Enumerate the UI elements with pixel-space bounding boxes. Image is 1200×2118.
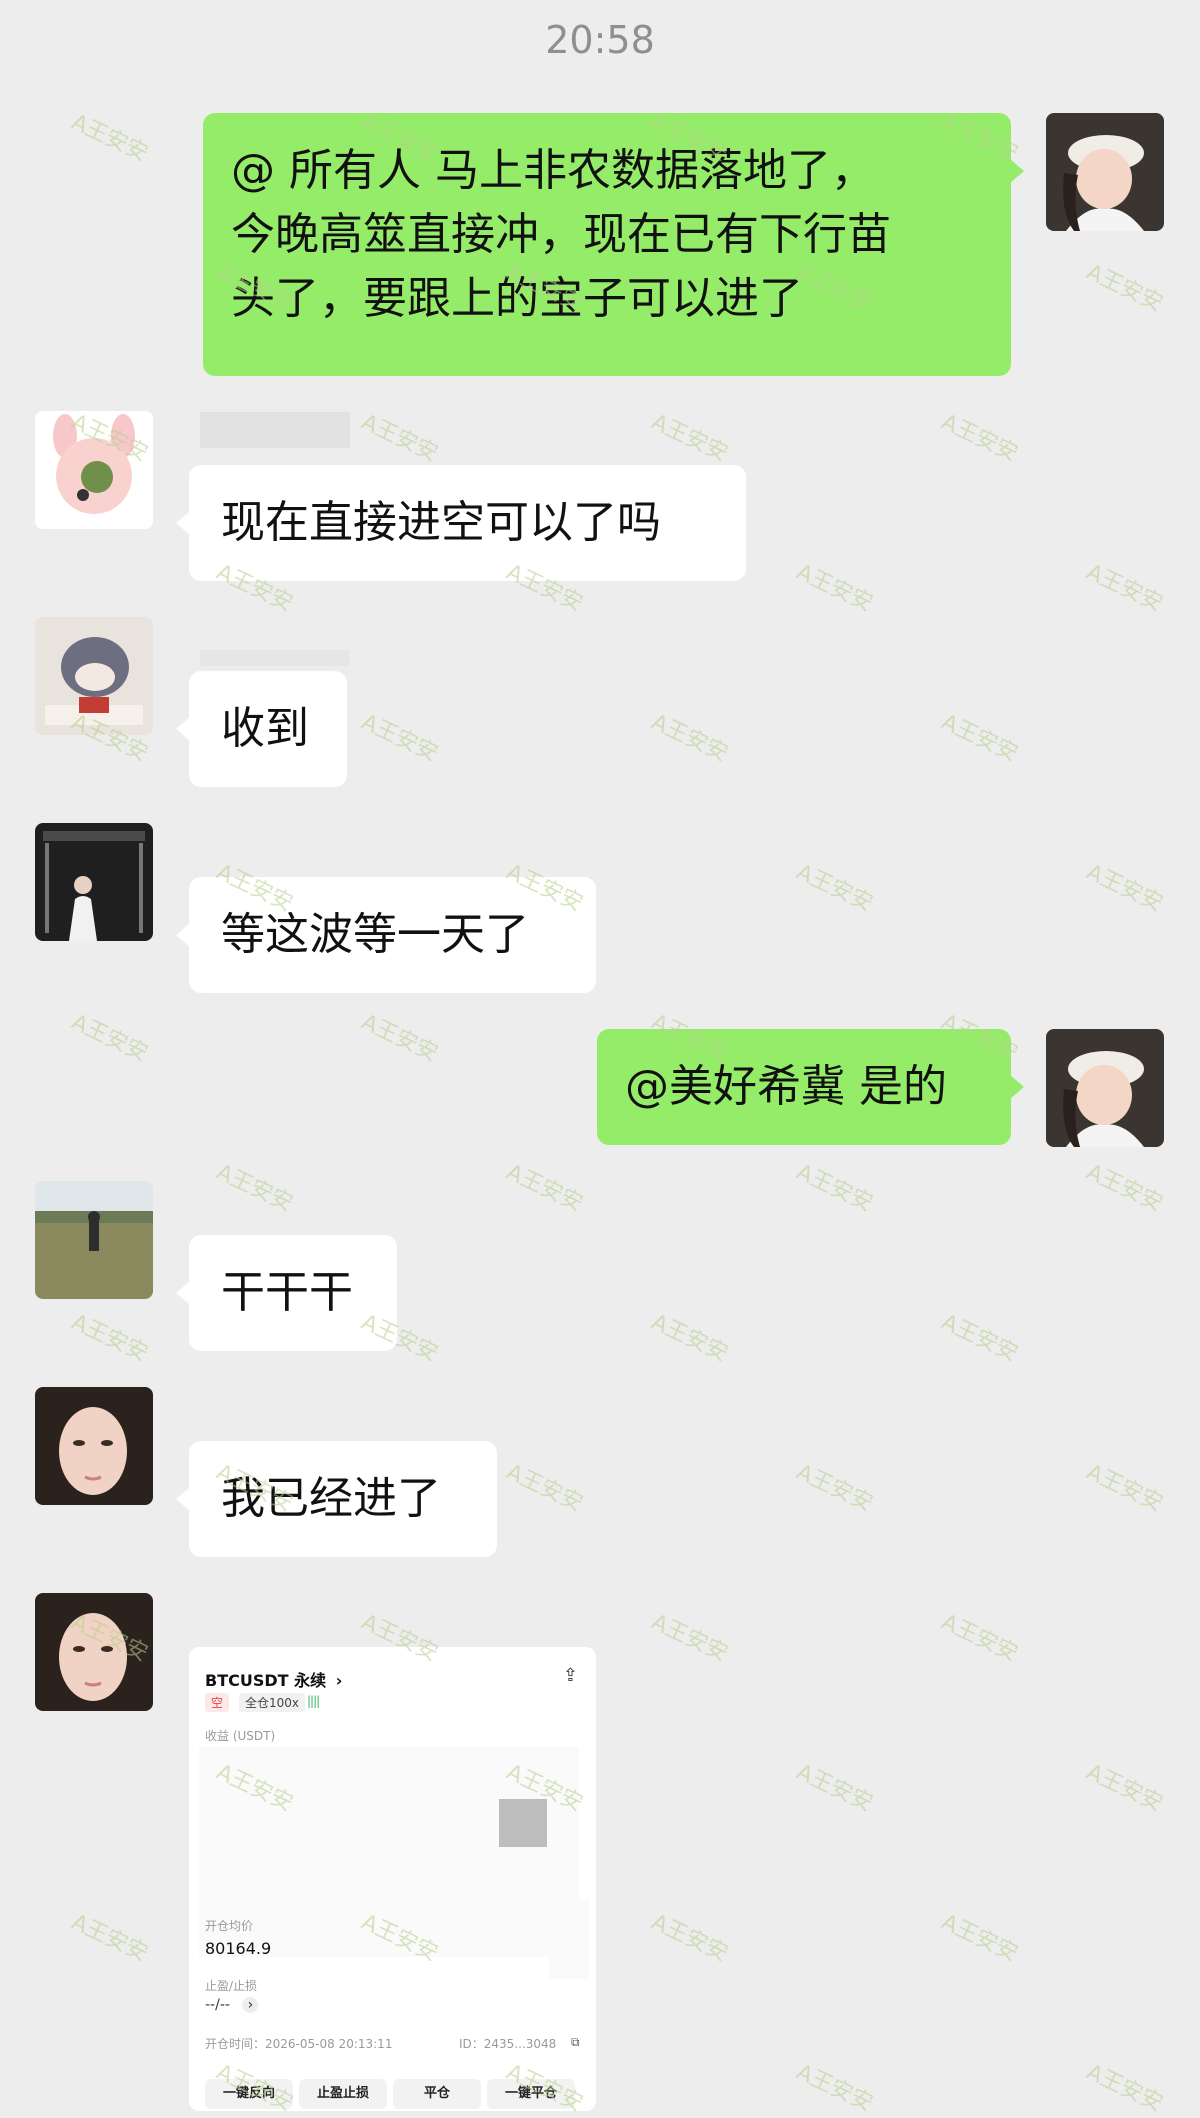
watermark-text: A王安安 xyxy=(67,1309,152,1367)
avatar-self-image xyxy=(1046,1029,1164,1147)
pnl-redacted xyxy=(199,1747,579,1957)
chevron-right-icon[interactable]: › xyxy=(242,1997,259,2013)
tpsl-label: 止盈/止损 xyxy=(205,1979,258,1993)
watermark-text: A王安安 xyxy=(792,1759,877,1817)
redacted-block xyxy=(499,1799,547,1847)
leverage-tag: 全仓100x xyxy=(239,1693,306,1712)
watermark-text: A王安安 xyxy=(1082,259,1167,317)
watermark-text: A王安安 xyxy=(1082,2059,1167,2117)
watermark-text: A王安安 xyxy=(792,559,877,617)
redacted-area xyxy=(549,1899,589,1979)
watermark-text: A王安安 xyxy=(1082,1459,1167,1517)
close-all-button[interactable]: 一键平仓 xyxy=(487,2079,575,2109)
message-bubble-in[interactable]: 我已经进了 xyxy=(176,1441,497,1557)
watermark-text: A王安安 xyxy=(937,1909,1022,1967)
watermark-text: A王安安 xyxy=(937,1609,1022,1667)
watermark-text: A王安安 xyxy=(792,1459,877,1517)
avatar-woman[interactable] xyxy=(35,1593,153,1711)
share-icon[interactable]: ⇪ xyxy=(563,1665,578,1686)
watermark-text: A王安安 xyxy=(212,1159,297,1217)
avatar-cat[interactable] xyxy=(35,617,153,735)
watermark-text: A王安安 xyxy=(67,109,152,167)
entry-price-label: 开仓均价 xyxy=(205,1919,254,1933)
message-bubble-out[interactable]: @ 所有人 马上非农数据落地了， 今晚高筮直接冲，现在已有下行苗 头了，要跟上的… xyxy=(203,113,1024,376)
reverse-button[interactable]: 一键反向 xyxy=(205,2079,293,2109)
elevator-selfie-image xyxy=(35,823,153,941)
chevron-right-icon: › xyxy=(335,1671,343,1690)
rabbit-avatar-image xyxy=(35,411,153,529)
watermark-text: A王安安 xyxy=(357,709,442,767)
avatar-woman[interactable] xyxy=(35,1387,153,1505)
shared-position-card[interactable]: BTCUSDT 永续 › ⇪ 空 全仓100x |||| 收益 (USDT) 开… xyxy=(189,1647,596,2111)
watermark-text: A王安安 xyxy=(1082,559,1167,617)
sender-name-blurred xyxy=(200,412,350,448)
message-bubble-out[interactable]: @美好希冀 是的 xyxy=(597,1029,1024,1145)
message-line: @ 所有人 马上非农数据落地了， xyxy=(231,145,875,196)
signal-bars-icon: |||| xyxy=(307,1694,320,1708)
message-bubble-in[interactable]: 收到 xyxy=(176,671,347,787)
tpsl-button[interactable]: 止盈止损 xyxy=(299,2079,387,2109)
watermark-text: A王安安 xyxy=(647,1609,732,1667)
watermark-text: A王安安 xyxy=(937,1309,1022,1367)
avatar-self[interactable] xyxy=(1046,113,1164,231)
tpsl-value: --/-- xyxy=(205,1997,230,2013)
watermark-text: A王安安 xyxy=(1082,1759,1167,1817)
avatar-self[interactable] xyxy=(1046,1029,1164,1147)
status-time: 20:58 xyxy=(545,18,655,62)
position-id: ID：2435...3048 xyxy=(459,2037,557,2051)
watermark-text: A王安安 xyxy=(792,2059,877,2117)
message-line: 头了，要跟上的宝子可以进了 xyxy=(231,273,803,324)
message-line: 今晚高筮直接冲，现在已有下行苗 xyxy=(231,209,891,260)
message-bubble-in[interactable]: 现在直接进空可以了吗 xyxy=(176,465,746,581)
watermark-text: A王安安 xyxy=(647,1909,732,1967)
watermark-text: A王安安 xyxy=(502,1459,587,1517)
avatar-elevator[interactable] xyxy=(35,823,153,941)
card-title: BTCUSDT 永续 xyxy=(205,1671,327,1690)
watermark-text: A王安安 xyxy=(792,859,877,917)
woman-portrait-image xyxy=(35,1387,153,1505)
watermark-text: A王安安 xyxy=(1082,859,1167,917)
cat-avatar-image xyxy=(35,617,153,735)
avatar-rabbit[interactable] xyxy=(35,411,153,529)
watermark-text: A王安安 xyxy=(357,409,442,467)
watermark-text: A王安安 xyxy=(357,1009,442,1067)
message-bubble-in[interactable]: 等这波等一天了 xyxy=(176,877,596,993)
avatar-self-image xyxy=(1046,113,1164,231)
watermark-text: A王安安 xyxy=(1082,1159,1167,1217)
close-position-button[interactable]: 平仓 xyxy=(393,2079,481,2109)
field-photo-image xyxy=(35,1181,153,1299)
message-bubble-in[interactable]: 干干干 xyxy=(176,1235,397,1351)
watermark-text: A王安安 xyxy=(937,709,1022,767)
watermark-text: A王安安 xyxy=(502,1159,587,1217)
entry-price-value: 80164.9 xyxy=(205,1939,272,1958)
watermark-text: A王安安 xyxy=(67,1909,152,1967)
watermark-text: A王安安 xyxy=(647,409,732,467)
watermark-text: A王安安 xyxy=(67,1009,152,1067)
watermark-text: A王安安 xyxy=(647,709,732,767)
pnl-label: 收益 (USDT) xyxy=(205,1729,276,1743)
open-time: 开仓时间：2026-05-08 20:13:11 xyxy=(205,2037,393,2051)
avatar-field[interactable] xyxy=(35,1181,153,1299)
woman-portrait-image xyxy=(35,1593,153,1711)
sender-name-blurred xyxy=(200,650,350,666)
watermark-text: A王安安 xyxy=(937,409,1022,467)
watermark-text: A王安安 xyxy=(792,1159,877,1217)
copy-icon[interactable]: ⧉ xyxy=(571,2035,580,2050)
watermark-text: A王安安 xyxy=(647,1309,732,1367)
direction-tag: 空 xyxy=(205,1693,230,1712)
